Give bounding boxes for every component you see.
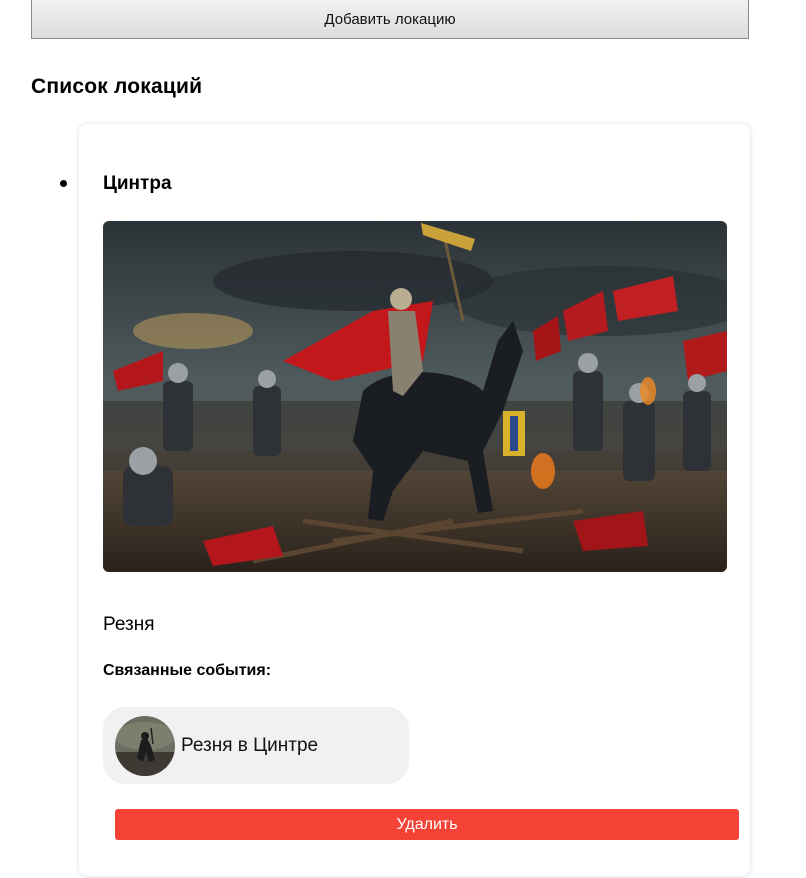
add-location-button[interactable]: Добавить локацию [31, 0, 749, 39]
location-image [103, 221, 727, 572]
location-card: Цинтра Резня Связанные события: Резня в … [79, 124, 750, 876]
delete-location-button[interactable]: Удалить [115, 809, 739, 840]
location-name: Цинтра [103, 173, 172, 194]
event-thumbnail [115, 715, 175, 776]
locations-list-title: Список локаций [31, 75, 203, 98]
related-event-name: Резня в Цинтре [181, 734, 319, 756]
list-bullet [60, 180, 67, 187]
related-event-chip[interactable]: Резня в Цинтре [103, 707, 409, 784]
related-events-label: Связанные события: [103, 662, 272, 679]
location-description: Резня [103, 614, 155, 635]
